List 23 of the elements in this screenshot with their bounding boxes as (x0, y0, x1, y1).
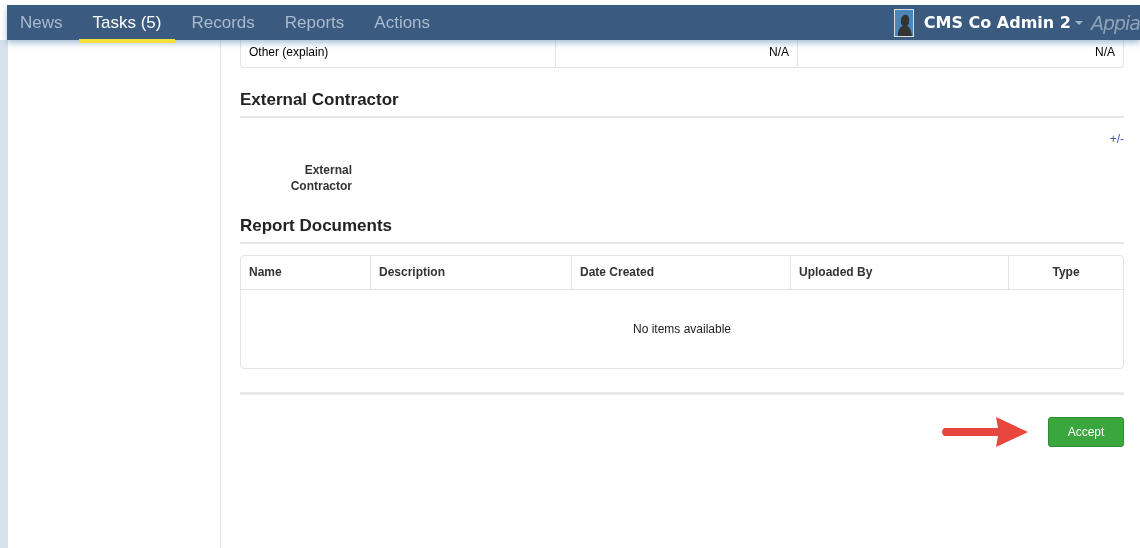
nav-tab[interactable]: Records (177, 5, 269, 40)
expand-toggle-link[interactable]: +/- (1109, 132, 1124, 146)
table-cell-text: N/A (1094, 44, 1116, 61)
table-cell: Other (explain) (241, 40, 556, 67)
user-menu[interactable]: CMS Co Admin 2 (923, 13, 1071, 32)
nav-tab[interactable]: Reports (270, 5, 359, 40)
empty-message: No items available (632, 322, 731, 336)
section-title: Report Documents (240, 216, 394, 236)
column-header: Name (241, 256, 371, 289)
table-cell: N/A (556, 40, 798, 67)
nav-tab[interactable]: News (7, 5, 77, 40)
column-header: Description (371, 256, 572, 289)
caret-icon[interactable] (1074, 20, 1083, 25)
column-header: Type (1051, 264, 1081, 281)
accept-button[interactable]: Accept (1048, 417, 1124, 447)
column-header: Uploaded By (791, 256, 1009, 289)
field-label: External Contractor (289, 162, 352, 194)
nav-tab[interactable]: Actions (360, 5, 445, 40)
arrow-icon (940, 415, 1030, 449)
brand-logo: Appia (1090, 11, 1140, 34)
column-header: Date Created (572, 256, 791, 289)
avatar-icon[interactable] (893, 8, 914, 37)
section-title: External Contractor (240, 90, 400, 110)
